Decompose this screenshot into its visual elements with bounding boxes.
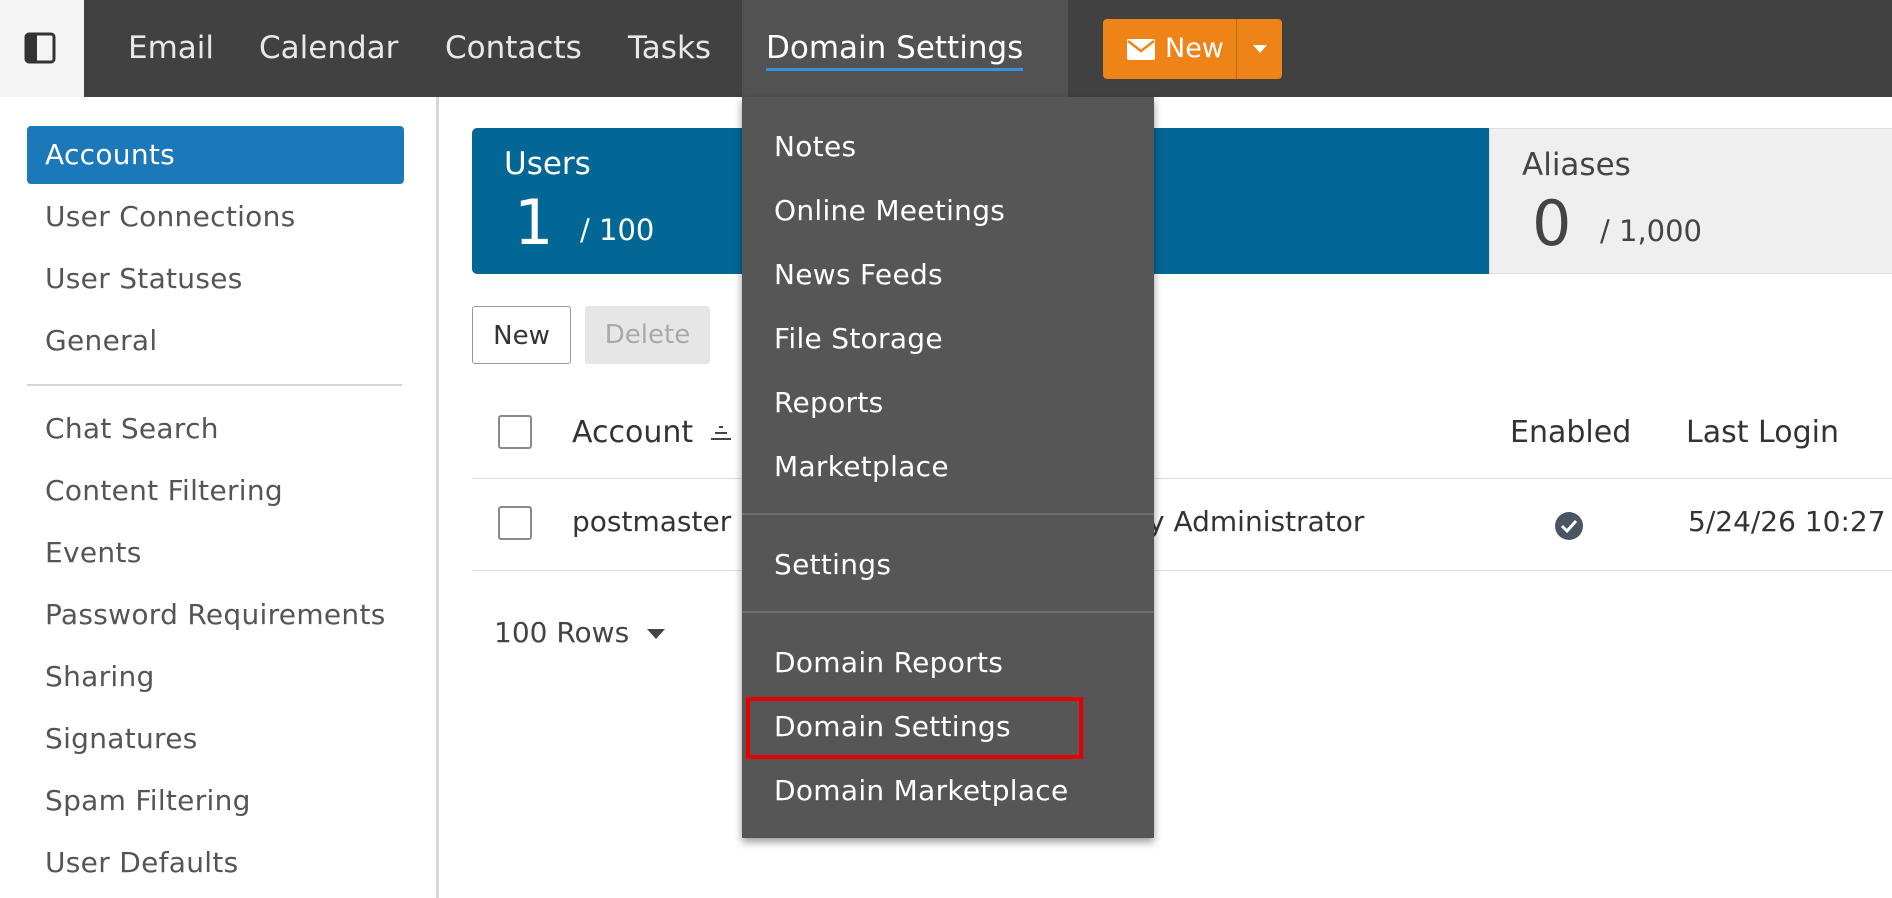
sidebar-item-user-statuses[interactable]: User Statuses (27, 250, 404, 308)
new-account-button[interactable]: New (472, 306, 571, 364)
select-all-checkbox[interactable] (498, 415, 532, 449)
sidebar: Accounts User Connections User Statuses … (0, 97, 439, 898)
aliases-stat-label: Aliases (1522, 147, 1631, 183)
column-header-last-login[interactable]: Last Login (1686, 415, 1839, 450)
caret-down-icon (647, 629, 666, 639)
nav-tasks[interactable]: Tasks (628, 0, 711, 97)
new-item-button[interactable]: New (1103, 19, 1282, 79)
nav-email[interactable]: Email (128, 0, 214, 97)
sidebar-item-user-connections[interactable]: User Connections (27, 188, 404, 246)
row-role: y Administrator (1148, 505, 1365, 538)
new-button-dropdown[interactable] (1236, 19, 1283, 79)
column-header-account-label: Account (572, 415, 694, 450)
sidebar-item-chat-search[interactable]: Chat Search (27, 400, 404, 458)
menu-item-file-storage[interactable]: File Storage (774, 322, 943, 355)
menu-item-domain-marketplace[interactable]: Domain Marketplace (774, 774, 1069, 807)
sidebar-item-user-defaults[interactable]: User Defaults (27, 834, 404, 892)
nav-domain-settings[interactable]: Domain Settings (742, 0, 1068, 150)
nav-calendar[interactable]: Calendar (259, 0, 398, 97)
highlight-box (746, 697, 1083, 759)
users-stat-count: 1 (514, 186, 554, 259)
sidebar-item-password-requirements[interactable]: Password Requirements (27, 586, 404, 644)
users-stat-label: Users (504, 146, 591, 182)
menu-divider (742, 611, 1154, 613)
check-circle-icon (1555, 512, 1583, 540)
new-button-main[interactable]: New (1103, 19, 1236, 79)
table-row-divider (472, 570, 1892, 571)
sidebar-item-content-filtering[interactable]: Content Filtering (27, 462, 404, 520)
menu-item-notes[interactable]: Notes (774, 130, 856, 163)
caret-down-icon (1253, 45, 1267, 53)
top-bar: Email Calendar Contacts Tasks Domain Set… (0, 0, 1892, 150)
nav-contacts[interactable]: Contacts (445, 0, 582, 97)
sidebar-item-general[interactable]: General (27, 312, 404, 370)
column-header-enabled[interactable]: Enabled (1510, 415, 1631, 450)
sidebar-item-sharing[interactable]: Sharing (27, 648, 404, 706)
sidebar-toggle[interactable] (0, 0, 84, 97)
row-checkbox[interactable] (498, 506, 532, 540)
nav-domain-settings-label: Domain Settings (766, 30, 1024, 71)
sidebar-item-spam-filtering[interactable]: Spam Filtering (27, 772, 404, 830)
delete-account-button[interactable]: Delete (585, 306, 710, 364)
row-last-login: 5/24/26 10:27 (1688, 505, 1886, 538)
sidebar-item-signatures[interactable]: Signatures (27, 710, 404, 768)
new-button-label: New (1165, 33, 1224, 64)
rows-per-page-select[interactable]: 100 Rows (494, 616, 666, 649)
sidebar-toggle-icon (24, 32, 56, 64)
sidebar-item-accounts[interactable]: Accounts (27, 126, 404, 184)
menu-item-settings[interactable]: Settings (774, 548, 891, 581)
menu-item-domain-reports[interactable]: Domain Reports (774, 646, 1003, 679)
menu-item-news-feeds[interactable]: News Feeds (774, 258, 943, 291)
aliases-stat-count: 0 (1532, 187, 1572, 260)
sidebar-divider (27, 384, 402, 386)
row-account-name[interactable]: postmaster (572, 505, 731, 538)
aliases-stat-total: / 1,000 (1600, 214, 1703, 248)
menu-item-marketplace[interactable]: Marketplace (774, 450, 949, 483)
rows-per-page-label: 100 Rows (494, 616, 630, 649)
sidebar-item-events[interactable]: Events (27, 524, 404, 582)
table-header-divider (472, 478, 1892, 479)
column-header-account[interactable]: Account (572, 415, 731, 450)
envelope-icon (1127, 39, 1155, 60)
aliases-stat-card[interactable]: Aliases 0 / 1,000 (1489, 128, 1892, 274)
menu-item-online-meetings[interactable]: Online Meetings (774, 194, 1005, 227)
sort-icon (710, 426, 731, 440)
users-stat-total: / 100 (580, 213, 655, 247)
menu-divider (742, 513, 1154, 515)
menu-item-reports[interactable]: Reports (774, 386, 884, 419)
